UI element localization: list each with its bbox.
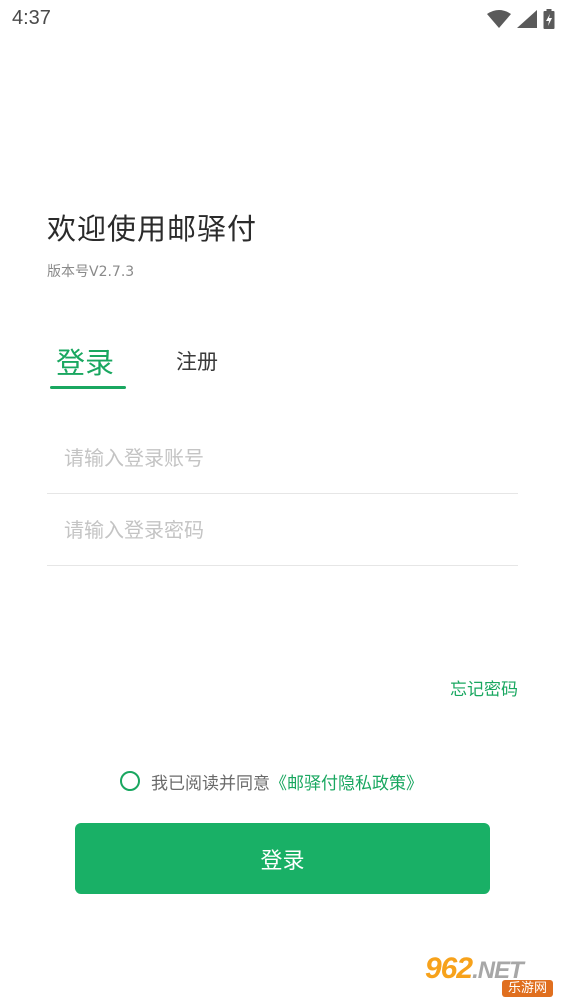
status-time: 4:37 [12,7,51,29]
login-button[interactable]: 登录 [75,823,490,894]
active-tab-indicator [50,386,126,389]
status-icons [487,9,555,29]
agreement-text: 我已阅读并同意 [151,773,270,794]
agree-checkbox[interactable] [120,771,140,791]
battery-charging-icon [543,9,555,29]
tab-login-label: 登录 [56,346,115,380]
account-field [47,422,518,494]
wifi-icon [487,10,511,28]
watermark-sub: 乐游网 [501,980,553,997]
version-label: 版本号V2.7.3 [47,264,135,280]
privacy-agreement: 我已阅读并同意 《邮驿付隐私政策》 [120,769,423,794]
signal-icon [517,10,537,28]
tab-register[interactable]: 注册 [176,346,218,376]
account-input[interactable] [64,438,504,478]
tab-login[interactable]: 登录 [50,334,126,390]
status-bar: 4:37 [0,0,565,38]
password-input[interactable] [64,510,504,550]
auth-tabs: 登录 注册 [50,334,520,392]
watermark-digits: 962 [425,952,473,985]
privacy-policy-link[interactable]: 《邮驿付隐私政策》 [270,769,423,794]
site-watermark-logo: 962.NET 乐游网 [425,952,557,998]
welcome-title: 欢迎使用邮驿付 [47,212,258,246]
password-field [47,494,518,566]
forgot-password-link[interactable]: 忘记密码 [450,675,518,700]
